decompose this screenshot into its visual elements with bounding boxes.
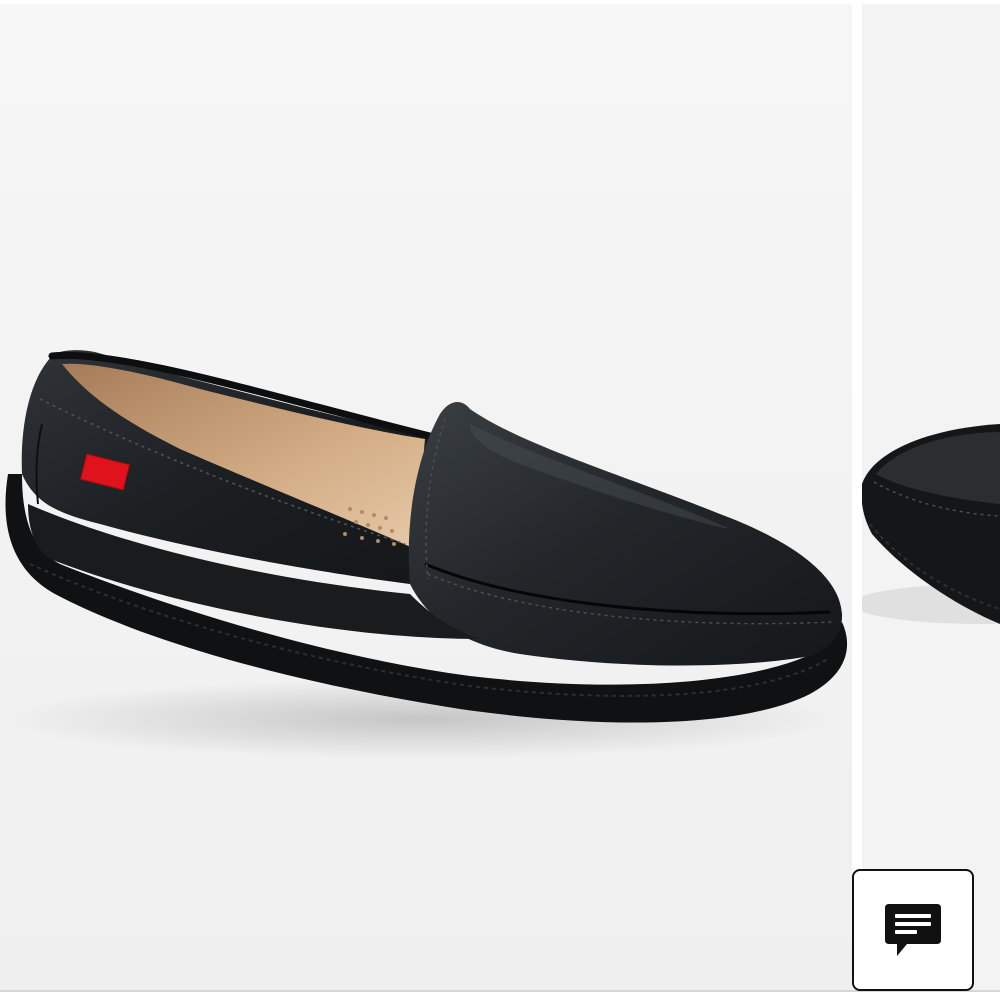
gallery-divider (0, 990, 1000, 992)
loafer-photo-partial (862, 4, 1000, 990)
chat-widget-button[interactable] (852, 869, 974, 991)
chat-bubble-icon (885, 904, 941, 956)
loafer-photo (0, 4, 852, 990)
product-image-gallery[interactable] (0, 4, 1000, 990)
product-image-next[interactable] (862, 4, 1000, 990)
product-image-main[interactable] (0, 4, 852, 990)
product-image-viewer (0, 0, 1000, 1000)
